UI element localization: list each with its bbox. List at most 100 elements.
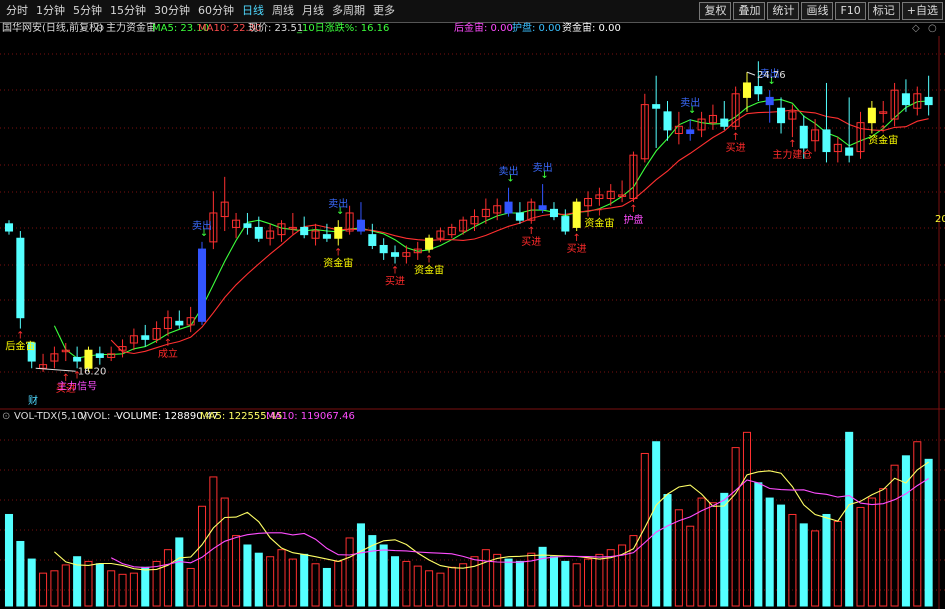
volume-bar-44 <box>504 558 513 607</box>
volume-bar-79 <box>901 455 910 607</box>
volume-bar-80 <box>913 441 922 607</box>
signal-label-15: 卖出 <box>680 96 700 109</box>
signal-label-2: 主力信号 <box>57 379 97 392</box>
candle-body-8 <box>95 353 104 358</box>
buy-arrow-8: ↑ <box>425 255 433 266</box>
candle-body-15 <box>175 320 184 326</box>
volume-bar-63 <box>720 492 729 607</box>
buy-arrow-6: ↑ <box>334 247 342 258</box>
volume-bar-31 <box>356 523 365 607</box>
volume-bar-62 <box>708 502 717 607</box>
candles <box>4 61 933 372</box>
volume-bar-78 <box>890 464 899 607</box>
candle-body-28 <box>322 234 331 239</box>
volume-bar-75 <box>856 506 865 607</box>
volume-bar-23 <box>266 556 275 607</box>
volume-bar-8 <box>95 563 104 607</box>
volume-bar-25 <box>288 558 297 607</box>
volume-bar-74 <box>845 431 854 607</box>
candle-body-76 <box>867 107 876 124</box>
volume-bar-81 <box>924 458 933 607</box>
volume-bar-41 <box>470 556 479 607</box>
candle-body-50 <box>572 201 581 228</box>
volume-bar-55 <box>629 535 638 607</box>
volume-bar-20 <box>232 535 241 607</box>
volume-bar-12 <box>141 566 150 607</box>
volume-bar-0 <box>4 513 14 607</box>
volume-bar-24 <box>277 549 286 607</box>
candle-body-66 <box>754 86 763 95</box>
volume-bar-7 <box>84 560 93 607</box>
signal-label-4: 卖出 <box>192 219 212 232</box>
volume-bar-58 <box>663 494 672 607</box>
candle-body-0 <box>4 223 14 232</box>
volume-bar-73 <box>833 521 842 607</box>
signal-label-19: 资金宙 <box>868 134 898 147</box>
volume-bar-50 <box>572 563 581 607</box>
low-price-label: 16.20 <box>78 366 107 377</box>
volume-bar-57 <box>652 441 661 607</box>
candle-body-37 <box>425 237 434 250</box>
volume-bars <box>4 431 933 607</box>
low-marker-line <box>35 367 76 372</box>
kline-chart[interactable]: ↑后金宙↑买进↑主力信号↑成立↓卖出↓卖出↑资金宙↑买进↑资金宙↓卖出 ↓卖出↑买… <box>0 0 945 609</box>
signal-label-10: 卖出 <box>533 161 553 174</box>
volume-bar-30 <box>345 537 354 607</box>
high-price-label: 24.76 <box>757 70 786 81</box>
candle-body-65 <box>742 82 752 98</box>
volume-bar-9 <box>107 570 116 607</box>
volume-bar-33 <box>379 544 388 607</box>
volume-bar-21 <box>243 544 252 607</box>
volume-bar-29 <box>334 560 343 607</box>
volume-bar-47 <box>538 546 547 607</box>
volume-bar-70 <box>799 523 808 607</box>
volume-bar-2 <box>27 558 36 607</box>
candle-body-58 <box>663 111 672 131</box>
candle-body-48 <box>549 208 558 218</box>
candle-body-72 <box>822 129 831 153</box>
volume-bar-22 <box>254 552 263 607</box>
volume-bar-64 <box>731 447 740 607</box>
volume-bar-72 <box>822 513 831 607</box>
candle-body-26 <box>300 226 309 236</box>
candle-body-34 <box>391 252 400 257</box>
signal-label-16: 买进 <box>726 142 746 154</box>
candle-body-45 <box>515 212 524 221</box>
candle-body-6 <box>73 356 82 362</box>
volume-bar-26 <box>300 553 309 607</box>
buy-arrow-0: ↑ <box>16 331 24 342</box>
candle-body-17 <box>197 248 207 322</box>
volume-bar-77 <box>879 488 888 607</box>
signal-label-9: 卖出 <box>499 165 519 178</box>
candle-body-70 <box>799 125 808 149</box>
volume-bar-68 <box>777 504 786 607</box>
signal-label-12: 买进 <box>567 243 587 255</box>
candle-body-44 <box>504 201 513 214</box>
volume-bar-48 <box>549 556 558 607</box>
ma5-line <box>53 99 929 359</box>
volume-bar-42 <box>481 549 490 607</box>
volume-bar-28 <box>322 567 331 607</box>
volume-bar-67 <box>765 497 774 607</box>
volume-bar-71 <box>811 530 820 607</box>
signal-label-5: 卖出 <box>328 197 348 210</box>
signal-label-8: 资金宙 <box>414 264 444 277</box>
signal-label-3: 成立 <box>158 347 178 360</box>
candle-body-63 <box>720 118 729 127</box>
volume-bar-14 <box>163 549 172 607</box>
candle-body-67 <box>765 96 774 106</box>
candle-body-33 <box>379 244 388 254</box>
volume-bar-49 <box>561 560 570 607</box>
candle-body-12 <box>141 335 150 340</box>
volume-bar-45 <box>515 560 524 607</box>
volume-bar-37 <box>425 570 434 607</box>
buy-arrow-19: ↑ <box>879 125 887 136</box>
volume-bar-17 <box>197 505 207 607</box>
volume-bar-35 <box>402 560 411 607</box>
candle-body-22 <box>254 226 263 239</box>
signal-label-11: 买进 <box>521 236 541 248</box>
volume-bar-59 <box>674 509 683 607</box>
buy-arrow-16: ↑ <box>731 132 739 143</box>
volume-bar-4 <box>50 570 59 607</box>
signal-label-6: 资金宙 <box>323 256 353 269</box>
